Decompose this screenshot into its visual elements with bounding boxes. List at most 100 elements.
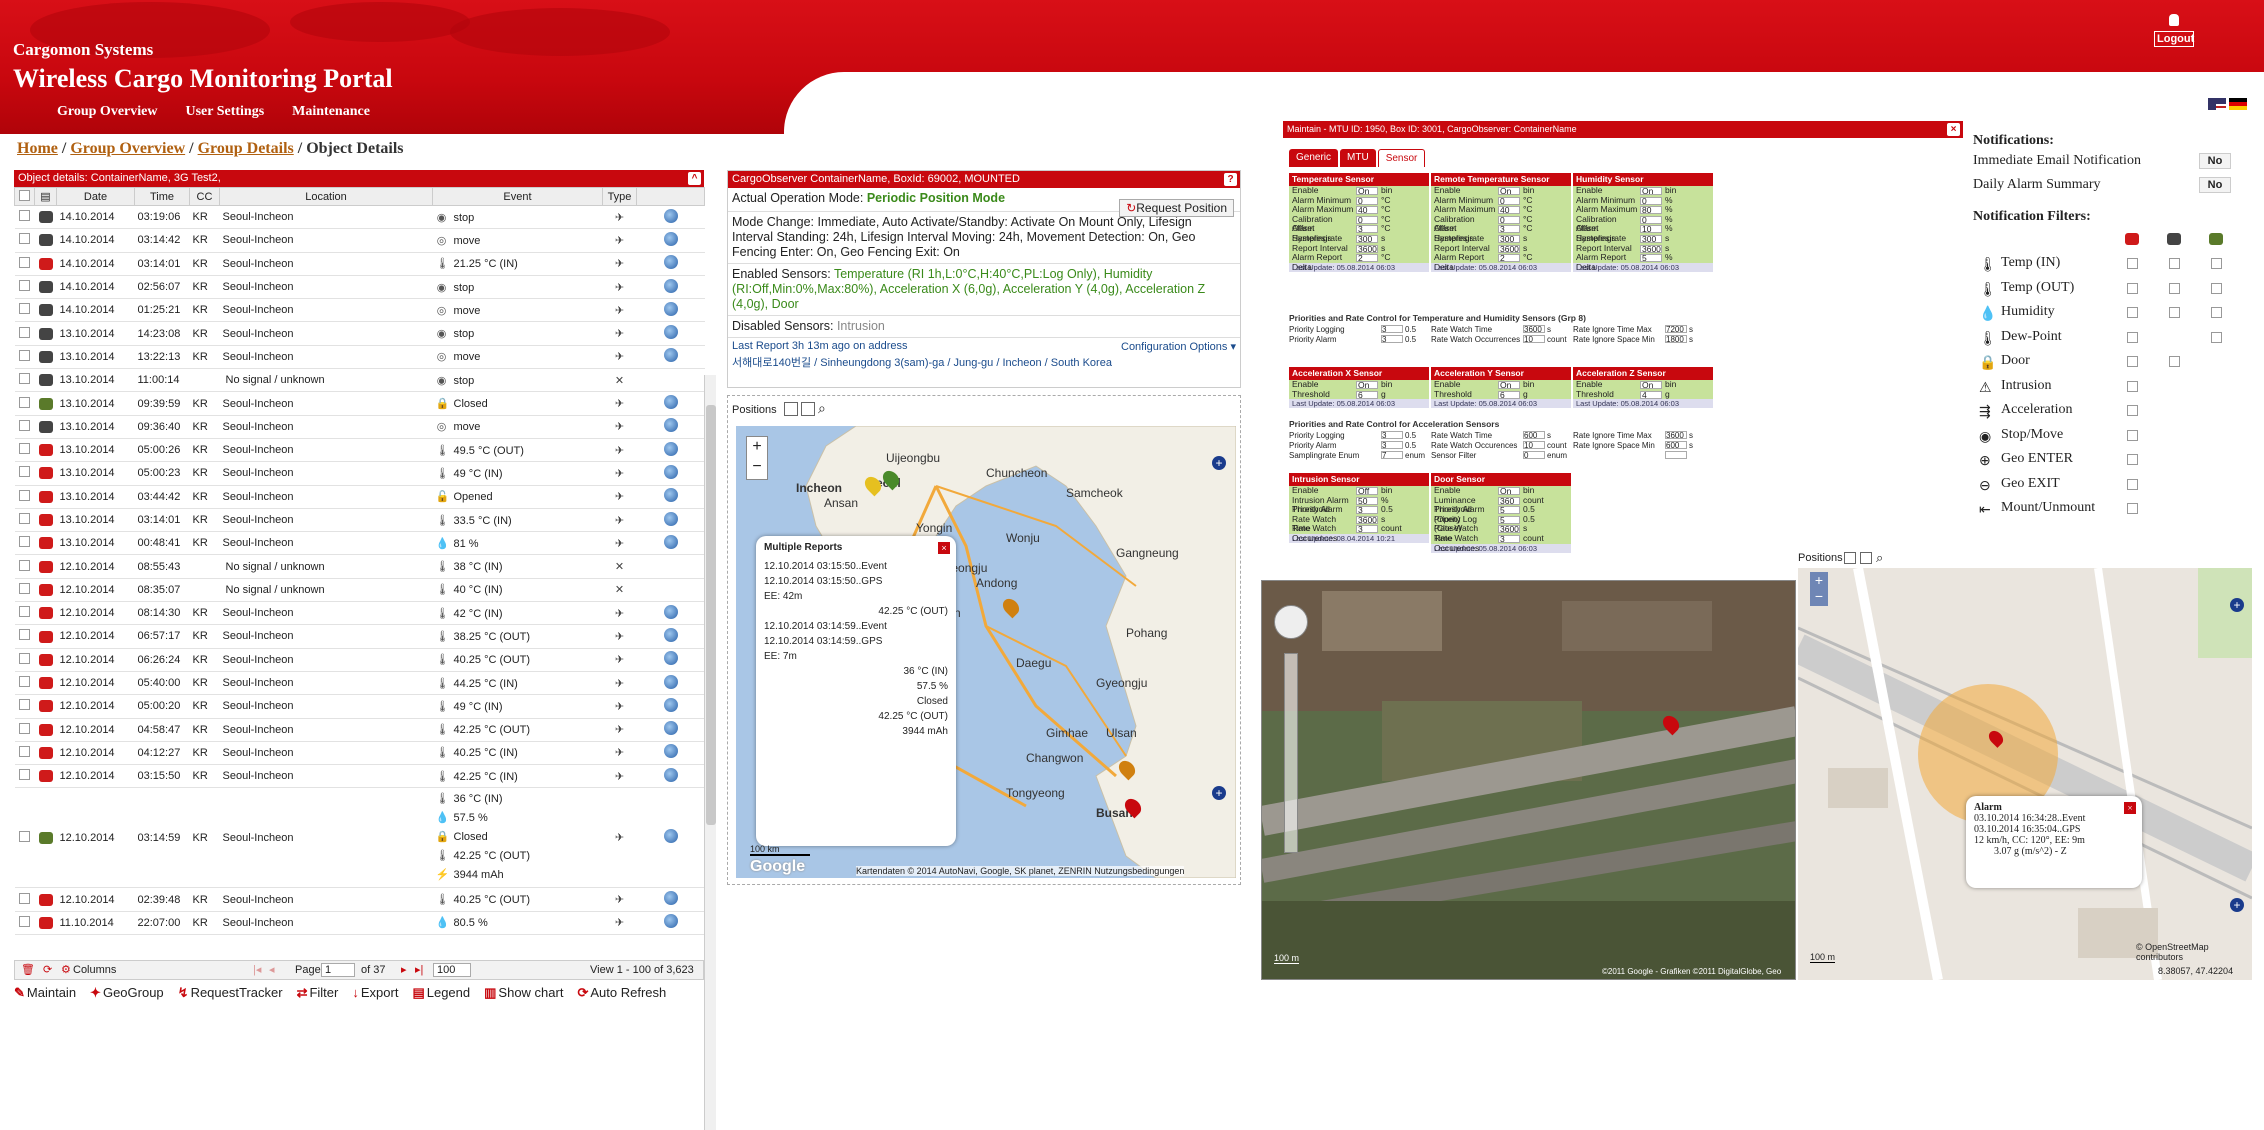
sensor-field-input[interactable]: 0 [1498,196,1520,205]
priority-input[interactable]: 3600 [1523,325,1545,334]
tab-mtu[interactable]: MTU [1340,149,1376,167]
table-row-grouped[interactable]: 12.10.2014 03:14:59 KR Seoul-Incheon 🌡 36 °C … [14,787,705,889]
table-row[interactable]: 12.10.2014 06:57:17 KR Seoul-Incheon 🌡 38.25 … [14,624,705,649]
table-row[interactable]: 12.10.2014 08:14:30 KR Seoul-Incheon 🌡 42 °C … [14,601,705,626]
filter-checkbox[interactable] [2211,282,2222,294]
sensor-field-input[interactable]: 0 [1640,216,1662,224]
close-icon[interactable]: × [2124,802,2136,814]
close-icon[interactable]: × [938,542,950,554]
priority-input[interactable] [1665,451,1687,459]
priority-input[interactable]: 3 [1381,325,1403,334]
sensor-field-input[interactable]: On [1498,187,1520,195]
col-type[interactable]: Type [602,187,637,206]
sensor-field-input[interactable]: 3 [1498,535,1520,543]
col-cc[interactable]: CC [189,187,220,206]
globe-icon[interactable] [663,604,678,619]
logout[interactable]: Logout [2154,14,2194,47]
table-row[interactable]: 13.10.2014 13:22:13 KR Seoul-Incheon ◎ move ✈ [14,345,705,370]
table-row[interactable]: 14.10.2014 03:14:01 KR Seoul-Incheon 🌡 21.25 … [14,252,705,276]
priority-input[interactable]: 3 [1381,431,1403,440]
table-row[interactable]: 13.10.2014 11:00:14 No signal / unknown ◉ st… [14,368,705,393]
sensor-field-input[interactable]: 2 [1356,254,1378,262]
filter-checkbox[interactable] [2169,282,2180,294]
globe-icon[interactable] [663,255,678,270]
filter-checkbox[interactable] [2127,307,2138,318]
col-event[interactable]: Event [432,187,603,206]
first-page-icon[interactable]: |◂ [253,961,261,979]
sensor-field-input[interactable]: 3 [1498,225,1520,234]
sensor-field-input[interactable]: 3600 [1356,516,1378,524]
table-row[interactable]: 14.10.2014 03:19:06 KR Seoul-Incheon ◉ stop ✈ [14,205,705,230]
table-row[interactable]: 13.10.2014 00:48:41 KR Seoul-Incheon 💧 81 % ✈ [14,531,705,556]
sensor-field-input[interactable]: 80 [1640,206,1662,214]
breadcrumb-group-overview[interactable]: Group Overview [70,140,185,157]
table-row[interactable]: 13.10.2014 03:14:01 KR Seoul-Incheon 🌡 33.5 °… [14,508,705,533]
globe-icon[interactable] [663,697,678,712]
breadcrumb-home[interactable]: Home [17,140,58,157]
globe-icon[interactable] [663,278,678,293]
row-checkbox[interactable] [19,699,30,711]
sensor-field-input[interactable]: 3600 [1356,244,1378,253]
page-input[interactable]: 1 [321,963,355,977]
pan-control[interactable] [1274,605,1308,639]
sensor-field-input[interactable]: 300 [1498,235,1520,243]
scrollbar-thumb[interactable] [706,405,716,825]
globe-icon[interactable] [663,395,678,410]
sensor-field-input[interactable]: 3600 [1640,244,1662,253]
filter-checkbox[interactable] [2169,258,2180,269]
filter-checkbox[interactable] [2127,429,2138,441]
sensor-field-input[interactable]: On [1356,381,1378,389]
immediate-email-toggle[interactable]: No [2199,153,2231,169]
sensor-field-input[interactable]: 3 [1356,525,1378,534]
sensor-field-input[interactable]: On [1640,381,1662,389]
globe-icon[interactable] [663,914,678,929]
globe-icon[interactable] [663,674,678,689]
row-checkbox[interactable] [19,745,30,757]
globe-icon[interactable] [663,464,678,479]
row-checkbox[interactable] [19,652,30,664]
table-row[interactable]: 12.10.2014 04:12:27 KR Seoul-Incheon 🌡 40.25 … [14,741,705,766]
row-checkbox[interactable] [19,892,30,904]
sensor-field-input[interactable]: 0 [1640,196,1662,205]
priority-input[interactable]: 600 [1665,441,1687,450]
priority-input[interactable]: 10 [1523,335,1545,344]
filter-checkbox[interactable] [2127,454,2138,465]
satellite-map[interactable]: 100 m ©2011 Google - Grafiken ©2011 Digi… [1261,580,1796,980]
filter-checkbox[interactable] [2211,331,2222,343]
filter-checkbox[interactable] [2127,380,2138,392]
row-checkbox[interactable] [19,349,30,361]
map-plus-icon[interactable]: + [2230,598,2244,612]
filter-checkbox[interactable] [2169,307,2180,318]
last-page-icon[interactable]: ▸| [415,961,423,979]
sensor-field-input[interactable]: 0 [1356,196,1378,205]
table-row[interactable]: 12.10.2014 05:00:20 KR Seoul-Incheon 🌡 49 °C … [14,694,705,719]
filter-checkbox[interactable] [2127,331,2138,343]
globe-icon[interactable] [663,441,678,456]
row-checkbox[interactable] [19,303,30,315]
globe-icon[interactable] [663,301,678,316]
filter-checkbox[interactable] [2127,282,2138,294]
map-size-icon[interactable] [784,402,798,416]
sensor-field-input[interactable]: 5 [1640,254,1662,262]
globe-icon[interactable] [663,325,678,340]
prev-page-icon[interactable]: ◂ [269,961,275,979]
map-plus-icon[interactable]: + [2230,898,2244,912]
breadcrumb-group-details[interactable]: Group Details [198,140,294,157]
priority-input[interactable]: 7 [1381,451,1403,460]
row-checkbox[interactable] [19,769,30,781]
map-expand-icon[interactable] [1860,552,1872,564]
sensor-field-input[interactable]: 3600 [1498,244,1520,253]
nav-maintenance[interactable]: Maintenance [292,104,370,120]
row-checkbox[interactable] [19,629,30,641]
row-checkbox[interactable] [19,373,30,385]
help-icon[interactable]: ? [1224,173,1237,186]
globe-icon[interactable] [663,208,678,223]
sensor-field-input[interactable]: On [1498,381,1520,389]
row-checkbox[interactable] [19,443,30,455]
tab-sensor[interactable]: Sensor [1377,149,1426,167]
map-search-icon[interactable]: ⌕ [1876,552,1883,566]
sensor-field-input[interactable]: 300 [1640,235,1662,243]
table-row[interactable]: 13.10.2014 03:44:42 KR Seoul-Incheon 🔓 Opened… [14,485,705,509]
row-checkbox[interactable] [19,676,30,688]
priority-input[interactable]: 7200 [1665,325,1687,334]
